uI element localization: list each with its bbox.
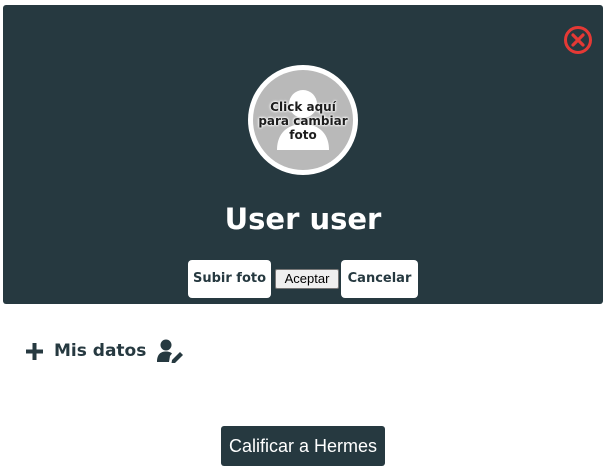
accept-button[interactable]: Aceptar <box>275 269 339 289</box>
edit-user-button[interactable] <box>157 339 185 364</box>
mis-datos-toggle[interactable]: Mis datos <box>25 337 146 365</box>
avatar-image: Click aquí para cambiar foto <box>253 70 353 170</box>
plus-icon <box>26 342 43 360</box>
mis-datos-label: Mis datos <box>54 341 147 361</box>
avatar[interactable]: Click aquí para cambiar foto <box>248 65 358 175</box>
cancel-button[interactable]: Cancelar <box>341 260 418 298</box>
rate-hermes-button[interactable]: Calificar a Hermes <box>221 426 385 466</box>
profile-card: Click aquí para cambiar foto User user S… <box>3 5 603 304</box>
close-button[interactable] <box>563 25 593 55</box>
upload-photo-button[interactable]: Subir foto <box>188 260 271 298</box>
avatar-change-photo-hint: Click aquí para cambiar foto <box>258 100 348 142</box>
close-circle-icon <box>564 26 592 54</box>
user-edit-icon <box>157 339 183 364</box>
user-name: User user <box>224 202 382 236</box>
